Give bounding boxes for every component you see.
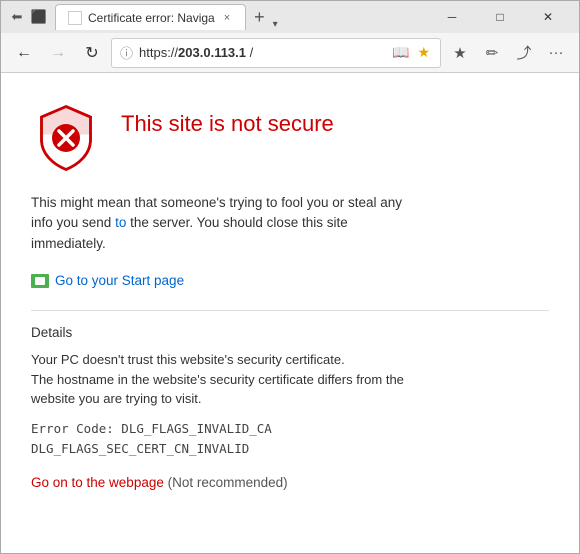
nav-bar: ← → ↻ ⓘ https://203.0.113.1 / 📖 ★ ★ ✏ ⤴ … [1, 33, 579, 73]
go-on-link[interactable]: Go on to the webpage [31, 475, 164, 490]
description-link[interactable]: to [115, 215, 126, 230]
title-bar-icons: ⬅ ⬛ [9, 9, 47, 25]
details-line1: Your PC doesn't trust this website's sec… [31, 352, 345, 367]
share-icon[interactable]: ⤴ [509, 38, 539, 68]
maximize-button[interactable]: □ [477, 1, 523, 33]
address-path: / [246, 45, 253, 60]
back-button[interactable]: ← [9, 38, 39, 68]
start-page-link[interactable]: Go to your Start page [31, 273, 184, 288]
start-page-icon [31, 274, 49, 288]
active-tab[interactable]: Certificate error: Naviga × [55, 4, 246, 30]
window-controls: ─ □ ✕ [429, 1, 571, 33]
tab-favicon [68, 11, 82, 25]
error-code-line2: DLG_FLAGS_SEC_CERT_CN_INVALID [31, 441, 249, 456]
error-code-line1: Error Code: DLG_FLAGS_INVALID_CA [31, 421, 272, 436]
error-header: This site is not secure [31, 103, 549, 173]
hub-icon[interactable]: ★ [445, 38, 475, 68]
address-text: https://203.0.113.1 / [139, 45, 384, 60]
details-line2: The hostname in the website's security c… [31, 372, 404, 407]
tab-title: Certificate error: Naviga [88, 11, 215, 25]
browser-window: ⬅ ⬛ Certificate error: Naviga × + ▾ ─ □ … [0, 0, 580, 554]
details-section: Details Your PC doesn't trust this websi… [31, 310, 549, 490]
toolbar-icons: ★ ✏ ⤴ ··· [445, 38, 571, 68]
reading-view-icon[interactable]: 📖 [390, 42, 411, 63]
shield-icon [31, 103, 101, 173]
tab-close-button[interactable]: × [221, 11, 233, 25]
error-title-text: This site is not secure [121, 103, 334, 137]
error-description: This might mean that someone's trying to… [31, 193, 411, 254]
refresh-button[interactable]: ↻ [77, 38, 107, 68]
title-bar: ⬅ ⬛ Certificate error: Naviga × + ▾ ─ □ … [1, 1, 579, 33]
details-heading: Details [31, 325, 549, 340]
forward-button[interactable]: → [43, 38, 73, 68]
go-on-paragraph: Go on to the webpage (Not recommended) [31, 475, 549, 490]
forward-icon[interactable]: ⬛ [31, 9, 47, 25]
web-note-icon[interactable]: ✏ [477, 38, 507, 68]
new-tab-button[interactable]: + [246, 4, 273, 30]
more-button[interactable]: ··· [541, 38, 571, 68]
favorites-star-icon[interactable]: ★ [415, 42, 432, 63]
address-protocol: https:// [139, 45, 178, 60]
not-recommended-text: (Not recommended) [164, 475, 288, 490]
back-icon[interactable]: ⬅ [9, 9, 25, 25]
page-content: This site is not secure This might mean … [1, 73, 579, 553]
lock-icon: ⓘ [120, 43, 133, 62]
minimize-button[interactable]: ─ [429, 1, 475, 33]
address-bar[interactable]: ⓘ https://203.0.113.1 / 📖 ★ [111, 38, 441, 68]
tab-bar: Certificate error: Naviga × + ▾ [55, 4, 425, 30]
start-page-link-text: Go to your Start page [55, 273, 184, 288]
error-heading: This site is not secure [121, 111, 334, 137]
details-text-1: Your PC doesn't trust this website's sec… [31, 350, 451, 409]
address-host: 203.0.113.1 [178, 45, 246, 60]
close-button[interactable]: ✕ [525, 1, 571, 33]
error-code-block: Error Code: DLG_FLAGS_INVALID_CA DLG_FLA… [31, 419, 549, 459]
address-icons: 📖 ★ [390, 42, 432, 63]
tab-dropdown-button[interactable]: ▾ [273, 19, 278, 30]
